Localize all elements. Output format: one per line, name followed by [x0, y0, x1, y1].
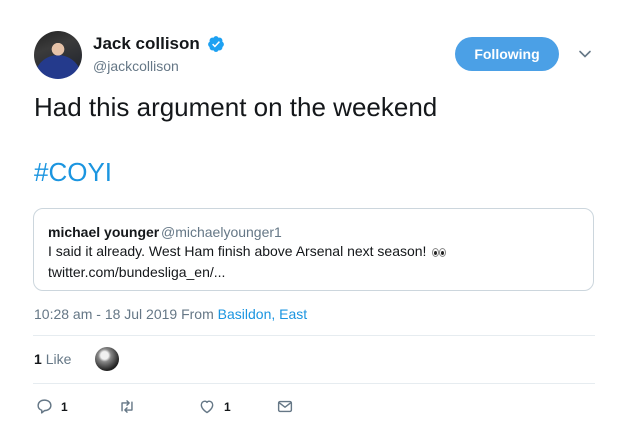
tweet-text: Had this argument on the weekend	[34, 92, 438, 122]
retweet-action[interactable]	[118, 398, 136, 415]
hashtag-link[interactable]: #COYI	[34, 157, 112, 188]
reply-count: 1	[61, 399, 68, 414]
likes-summary[interactable]: 1 Like	[34, 351, 71, 367]
quoted-author-name: michael younger	[48, 224, 160, 240]
author-avatar[interactable]	[34, 31, 82, 79]
quoted-tweet-text: I said it already. West Ham finish above…	[48, 243, 447, 259]
timestamp[interactable]: 10:28 am - 18 Jul 2019 From	[34, 306, 218, 322]
reply-action[interactable]: 1	[36, 398, 68, 415]
author-name[interactable]: Jack collison	[93, 34, 200, 54]
liker-avatar[interactable]	[95, 347, 119, 371]
divider	[33, 335, 595, 336]
author-handle[interactable]: @jackcollison	[93, 58, 179, 74]
envelope-icon	[277, 400, 293, 413]
like-action[interactable]: 1	[198, 398, 231, 415]
quoted-author-handle: @michaelyounger1	[161, 224, 282, 240]
heart-icon	[200, 400, 214, 414]
chevron-down-icon[interactable]	[578, 47, 592, 61]
likes-count: 1	[34, 351, 42, 367]
reply-icon	[37, 399, 52, 414]
verified-badge-icon	[208, 36, 224, 52]
quoted-tweet-card[interactable]: michael younger @michaelyounger1 I said …	[33, 208, 594, 291]
tweet-meta: 10:28 am - 18 Jul 2019 From Basildon, Ea…	[34, 306, 307, 322]
message-action[interactable]	[276, 398, 294, 415]
retweet-icon	[121, 400, 133, 413]
likes-label: Like	[45, 351, 72, 367]
eyes-icon	[432, 243, 447, 259]
location-link[interactable]: Basildon, East	[218, 306, 308, 322]
like-count: 1	[224, 399, 231, 414]
following-button[interactable]: Following	[455, 37, 559, 71]
quoted-text-body: I said it already. West Ham finish above…	[48, 243, 427, 259]
divider	[33, 383, 595, 384]
quoted-tweet-link: twitter.com/bundesliga_en/...	[48, 264, 226, 280]
